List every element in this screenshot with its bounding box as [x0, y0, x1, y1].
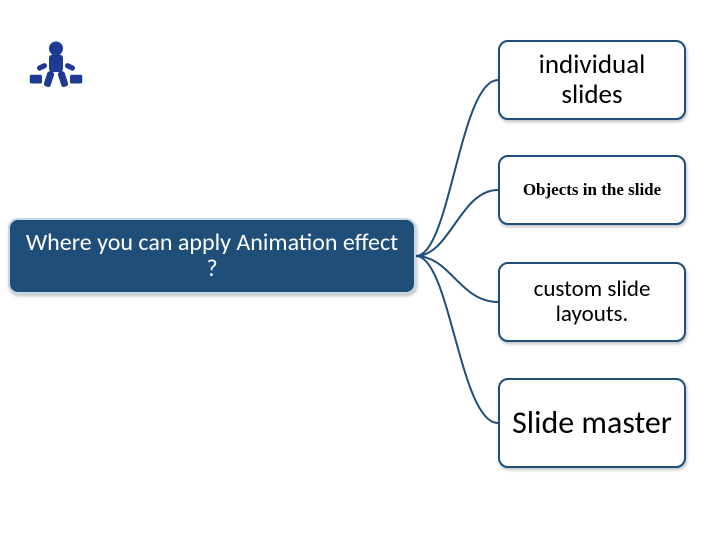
- presenter-icon: [28, 38, 84, 94]
- item-label: Slide master: [512, 405, 672, 440]
- item-label: individual slides: [510, 50, 674, 109]
- item-box-individual-slides: individual slides: [498, 40, 686, 120]
- item-label: Objects in the slide: [523, 181, 661, 200]
- item-box-slide-master: Slide master: [498, 378, 686, 468]
- item-box-objects-in-slide: Objects in the slide: [498, 155, 686, 225]
- item-label: custom slide layouts.: [510, 277, 674, 328]
- main-question-box: Where you can apply Animation effect ?: [8, 218, 416, 294]
- main-question-text: Where you can apply Animation effect ?: [18, 230, 406, 283]
- item-box-custom-slide-layouts: custom slide layouts.: [498, 262, 686, 342]
